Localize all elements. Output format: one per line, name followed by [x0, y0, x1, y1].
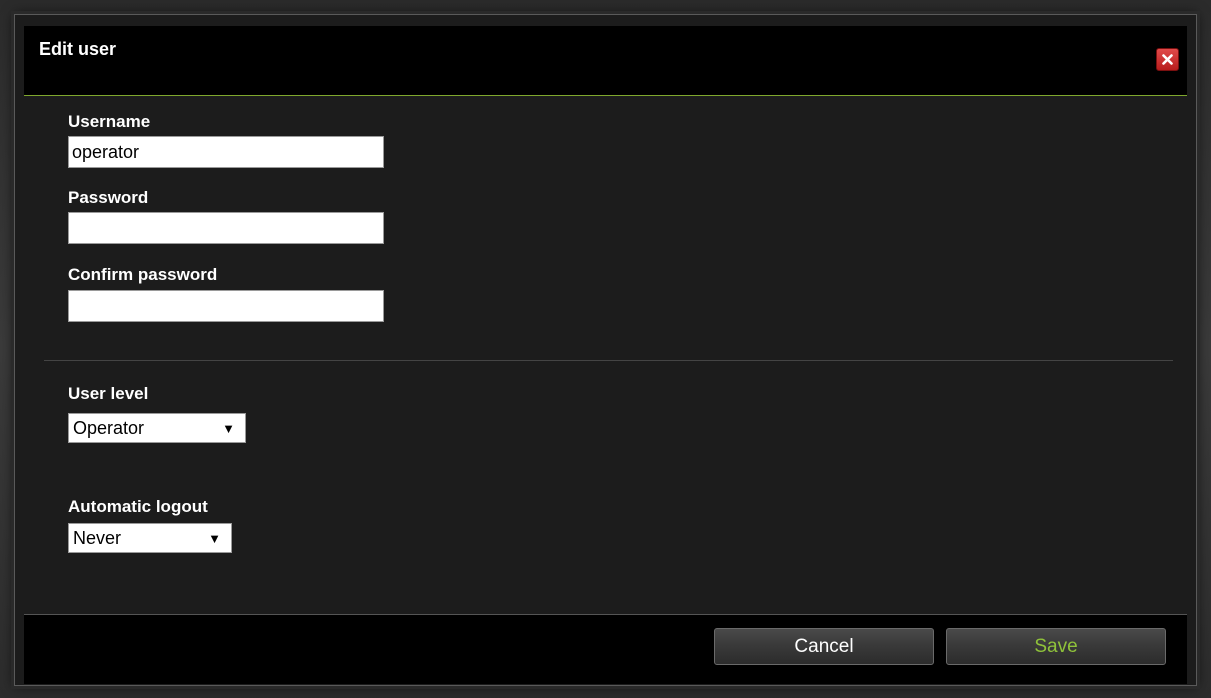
cancel-button[interactable]: Cancel: [714, 628, 934, 665]
dialog-footer: Cancel Save: [24, 614, 1187, 684]
close-x-icon: [1162, 54, 1173, 65]
dropdown-arrow-icon: ▼: [222, 420, 235, 436]
confirm-password-label: Confirm password: [68, 265, 218, 284]
dialog-title: Edit user: [39, 39, 117, 59]
automatic-logout-value: Never: [73, 527, 122, 548]
automatic-logout-select[interactable]: Never ▼: [68, 523, 232, 553]
confirm-password-input[interactable]: [68, 290, 384, 322]
edit-user-dialog: Edit user Username Password Confirm pass…: [14, 14, 1197, 686]
dialog-titlebar: Edit user: [24, 26, 1187, 96]
user-level-value: Operator: [73, 417, 145, 438]
user-level-select[interactable]: Operator ▼: [68, 413, 246, 443]
user-level-label: User level: [68, 384, 149, 403]
dropdown-arrow-icon: ▼: [208, 530, 221, 546]
password-input[interactable]: [68, 212, 384, 244]
automatic-logout-label: Automatic logout: [68, 497, 208, 516]
username-input[interactable]: [68, 136, 384, 168]
username-label: Username: [68, 112, 151, 131]
password-label: Password: [68, 188, 149, 207]
section-divider: [44, 360, 1173, 361]
close-button[interactable]: [1156, 48, 1179, 71]
save-button[interactable]: Save: [946, 628, 1166, 665]
